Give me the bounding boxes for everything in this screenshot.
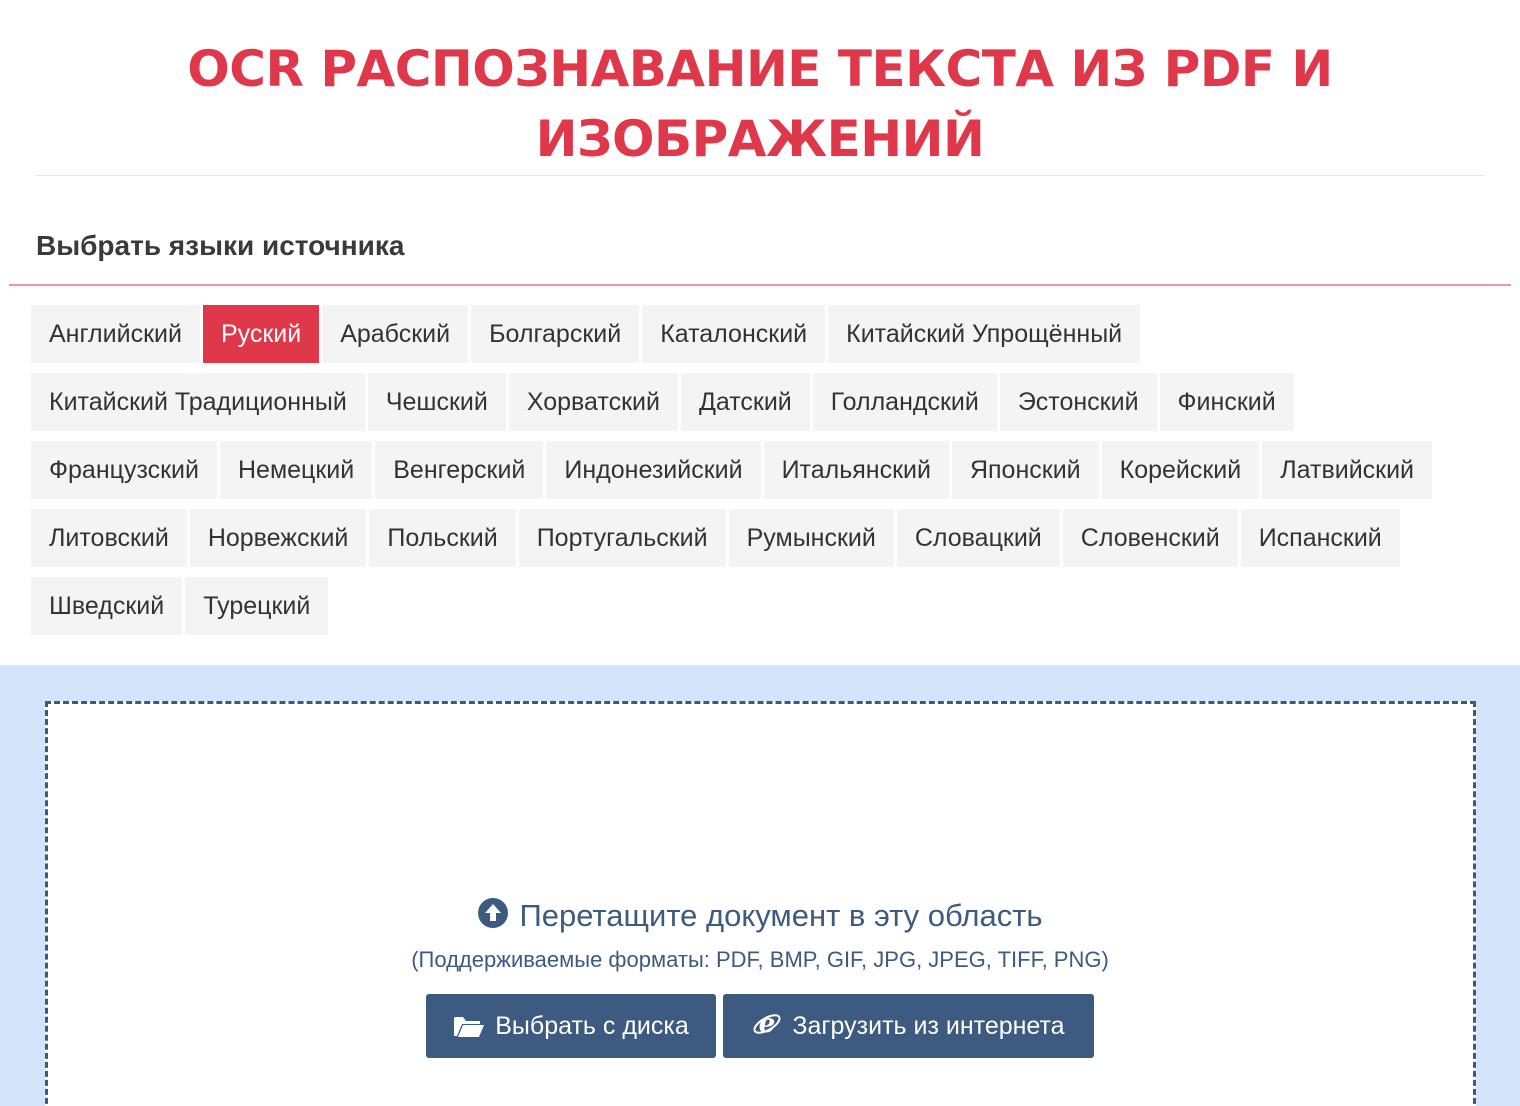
language-chip[interactable]: Китайский Упрощённый bbox=[828, 305, 1141, 363]
language-chip[interactable]: Норвежский bbox=[189, 509, 367, 567]
language-chip[interactable]: Каталонский bbox=[642, 305, 826, 363]
ocr-page: OCR РАСПОЗНАВАНИЕ ТЕКСТА ИЗ PDF И ИЗОБРА… bbox=[0, 0, 1520, 1106]
language-chip[interactable]: Испанский bbox=[1240, 509, 1400, 567]
language-chip[interactable]: Японский bbox=[951, 441, 1099, 499]
select-from-disk-label: Выбрать с диска bbox=[495, 1012, 689, 1040]
language-row: Литовский Норвежский Польский Португальский… bbox=[31, 509, 1491, 567]
language-chip[interactable]: Арабский bbox=[322, 305, 469, 363]
language-chip[interactable]: Польский bbox=[369, 509, 516, 567]
language-chip[interactable]: Венгерский bbox=[375, 441, 544, 499]
language-chip[interactable]: Чешский bbox=[367, 373, 506, 431]
language-chip[interactable]: Финский bbox=[1159, 373, 1294, 431]
source-languages-label: Выбрать языки источника bbox=[36, 230, 405, 261]
language-chip[interactable]: Словенский bbox=[1062, 509, 1238, 567]
language-chip[interactable]: Румынский bbox=[728, 509, 894, 567]
language-chip[interactable]: Китайский Традиционный bbox=[31, 373, 365, 431]
language-chip[interactable]: Латвийский bbox=[1262, 441, 1433, 499]
language-chip[interactable]: Руский bbox=[202, 305, 320, 363]
language-chip[interactable]: Болгарский bbox=[471, 305, 640, 363]
language-chip[interactable]: Английский bbox=[31, 305, 200, 363]
language-row: Китайский Традиционный Чешский Хорватский Д… bbox=[31, 373, 1491, 431]
internet-explorer-icon: e bbox=[753, 1009, 781, 1039]
drop-instruction-text: Перетащите документ в эту область bbox=[519, 898, 1043, 933]
select-from-disk-button[interactable]: Выбрать с диска bbox=[426, 994, 716, 1058]
language-chip[interactable]: Хорватский bbox=[508, 373, 678, 431]
load-from-internet-label: Загрузить из интернета bbox=[792, 1012, 1065, 1040]
page-title-line-2: ИЗОБРАЖЕНИЙ bbox=[535, 110, 985, 168]
arrow-up-circle-icon bbox=[478, 898, 509, 928]
load-from-internet-button[interactable]: e Загрузить из интернета bbox=[723, 994, 1094, 1058]
language-chip[interactable]: Немецкий bbox=[220, 441, 373, 499]
language-chip[interactable]: Датский bbox=[680, 373, 810, 431]
language-chip[interactable]: Шведский bbox=[31, 577, 183, 635]
page-title: OCR РАСПОЗНАВАНИЕ ТЕКСТА ИЗ PDF И ИЗОБРА… bbox=[35, 34, 1485, 174]
language-row: Шведский Турецкий bbox=[31, 577, 1491, 635]
folder-open-icon bbox=[454, 1017, 485, 1037]
drop-instruction: Перетащите документ в эту область bbox=[0, 896, 1520, 936]
page-header: OCR РАСПОЗНАВАНИЕ ТЕКСТА ИЗ PDF И ИЗОБРА… bbox=[35, 0, 1485, 176]
language-chip[interactable]: Литовский bbox=[31, 509, 187, 567]
language-chip[interactable]: Эстонский bbox=[999, 373, 1157, 431]
language-chip-list: Английский Руский Арабский Болгарский Катало… bbox=[31, 305, 1491, 645]
language-chip[interactable]: Португальский bbox=[518, 509, 726, 567]
language-chip[interactable]: Итальянский bbox=[763, 441, 949, 499]
language-chip[interactable]: Индонезийский bbox=[546, 441, 761, 499]
language-row: Французский Немецкий Венгерский Индонезийск… bbox=[31, 441, 1491, 499]
language-chip[interactable]: Словацкий bbox=[896, 509, 1060, 567]
language-chip[interactable]: Корейский bbox=[1101, 441, 1260, 499]
section-divider bbox=[9, 284, 1511, 286]
language-chip[interactable]: Турецкий bbox=[185, 577, 329, 635]
language-chip[interactable]: Французский bbox=[31, 441, 217, 499]
page-title-line-1: OCR РАСПОЗНАВАНИЕ ТЕКСТА ИЗ PDF И bbox=[187, 40, 1333, 98]
language-row: Английский Руский Арабский Болгарский Катало… bbox=[31, 305, 1491, 363]
supported-formats-text: (Поддерживаемые форматы: PDF, BMP, GIF, … bbox=[411, 947, 1109, 972]
language-chip[interactable]: Голландский bbox=[812, 373, 997, 431]
svg-text:e: e bbox=[759, 1009, 776, 1039]
